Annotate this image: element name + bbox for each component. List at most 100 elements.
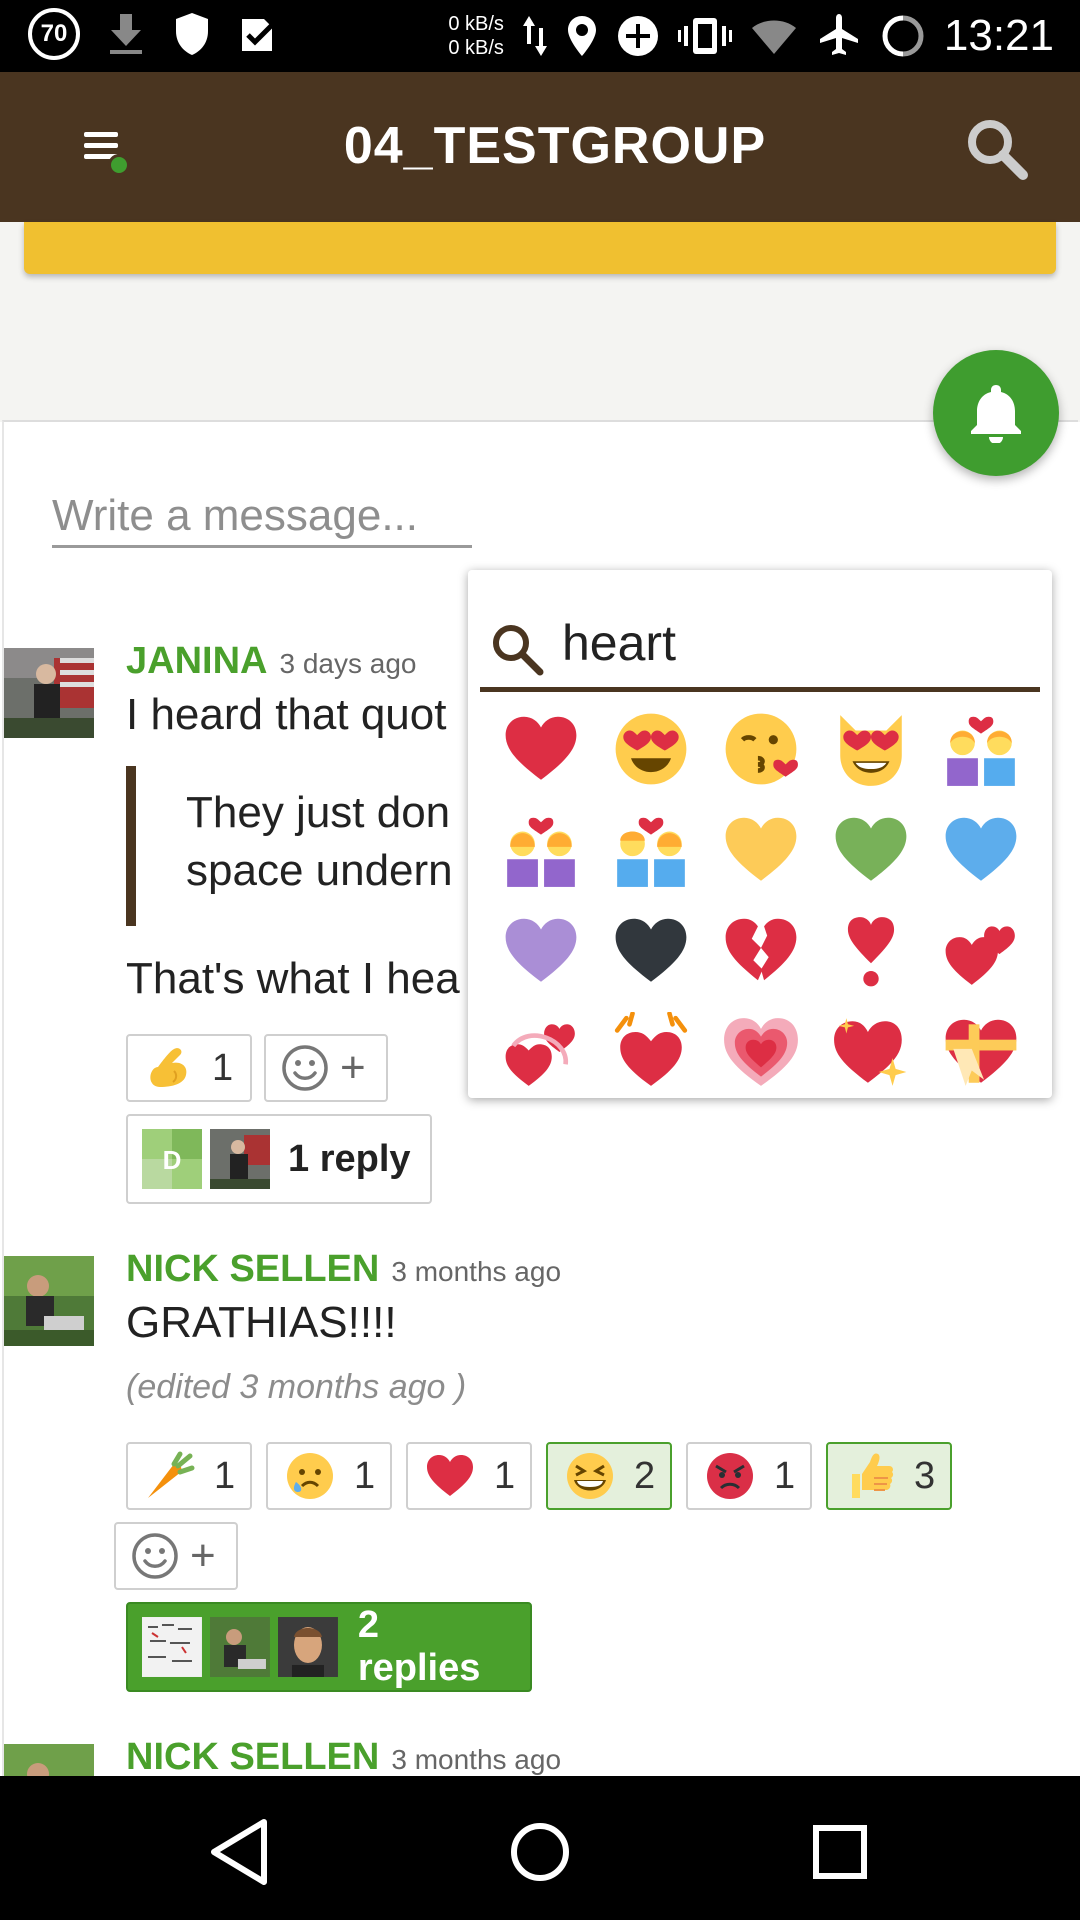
post-text: That's what I hea xyxy=(126,954,460,1003)
emoji-heart-with-ribbon[interactable] xyxy=(926,1001,1036,1102)
notifications-button[interactable] xyxy=(933,350,1059,476)
avatar xyxy=(210,1129,270,1189)
reaction-crying-face[interactable]: 1 xyxy=(266,1442,392,1510)
search-icon xyxy=(493,625,544,676)
home-icon[interactable] xyxy=(500,1812,580,1892)
emoji-two-hearts[interactable] xyxy=(926,900,1036,1001)
reaction-count: 1 xyxy=(774,1454,796,1497)
group-info-card[interactable] xyxy=(24,222,1056,274)
emoji-yellow-heart[interactable] xyxy=(706,799,816,900)
avatar xyxy=(142,1617,202,1677)
emoji-couple-with-heart-women[interactable] xyxy=(926,698,1036,799)
emoji-sparkling-heart[interactable] xyxy=(816,1001,926,1102)
avatar xyxy=(209,1617,270,1677)
emoji-results-grid xyxy=(486,698,1038,1102)
plus-icon: + xyxy=(190,1531,216,1580)
post-author[interactable]: NICK SELLEN 3 months ago xyxy=(126,1736,561,1776)
emoji-broken-heart[interactable] xyxy=(706,900,816,1001)
avatar[interactable] xyxy=(4,1744,94,1776)
emoji-search-input[interactable] xyxy=(562,610,1022,676)
post-author-name[interactable]: NICK SELLEN xyxy=(126,1248,379,1290)
data-saver-icon xyxy=(617,16,658,56)
plus-icon: + xyxy=(340,1043,366,1092)
reaction-red-heart[interactable]: 1 xyxy=(406,1442,532,1510)
message-input[interactable] xyxy=(52,486,472,548)
add-reaction-button[interactable]: + xyxy=(114,1522,238,1590)
vibrate-icon xyxy=(677,18,732,54)
replies-button[interactable]: 2 replies xyxy=(126,1602,532,1692)
post-author-name[interactable]: JANINA xyxy=(126,640,267,682)
emoji-heart-exclamation[interactable] xyxy=(816,900,926,1001)
emoji-red-heart[interactable] xyxy=(486,698,596,799)
emoji-growing-heart[interactable] xyxy=(706,1001,816,1102)
beating-heart-icon xyxy=(614,1011,688,1086)
back-icon[interactable] xyxy=(200,1812,280,1892)
emoji-couple-with-heart-man-woman[interactable] xyxy=(596,799,706,900)
heart-exclamation-icon xyxy=(847,916,895,986)
airplane-mode-icon xyxy=(819,14,858,55)
emoji-purple-heart[interactable] xyxy=(486,900,596,1001)
emoji-couple-with-heart-women-2[interactable] xyxy=(486,799,596,900)
network-speed: 0 kB/s 0 kB/s xyxy=(448,12,504,60)
data-transfer-icon xyxy=(522,16,547,56)
reaction-thumbs-up[interactable]: 3 xyxy=(826,1442,952,1510)
reaction-carrot[interactable]: 1 xyxy=(126,1442,252,1510)
kissing-face-with-heart-icon xyxy=(725,713,798,784)
add-reaction-button[interactable]: + xyxy=(264,1034,388,1102)
grinning-squinting-face-icon xyxy=(567,1453,613,1499)
emoji-heart-eyes-cat[interactable] xyxy=(816,698,926,799)
couple-with-heart-women-icon xyxy=(947,716,1015,786)
yellow-heart-icon xyxy=(725,817,797,881)
heart-eyes-cat-icon xyxy=(840,714,902,786)
emoji-green-heart[interactable] xyxy=(816,799,926,900)
reaction-count: 3 xyxy=(914,1454,936,1497)
post-author-name[interactable]: NICK SELLEN xyxy=(126,1736,379,1776)
post-author[interactable]: NICK SELLEN 3 months ago xyxy=(126,1248,561,1291)
couple-with-heart-icon xyxy=(617,817,685,887)
status-bar: 70 0 kB/s 0 kB/s 13:21 xyxy=(0,0,1080,72)
avatar-letter: D xyxy=(163,1145,182,1175)
reaction-flexed-biceps[interactable]: 1 xyxy=(126,1034,252,1102)
replies-label: 2 replies xyxy=(357,1604,481,1689)
blue-heart-icon xyxy=(945,817,1017,881)
emoji-blue-heart[interactable] xyxy=(926,799,1036,900)
heart-with-ribbon-icon xyxy=(945,1019,1017,1086)
page-title: 04_TESTGROUP xyxy=(343,117,767,175)
heart-eyes-face-icon xyxy=(615,713,687,784)
emoji-beating-heart[interactable] xyxy=(596,1001,706,1102)
system-navigation-bar xyxy=(0,1776,1080,1920)
emoji-black-heart[interactable] xyxy=(596,900,706,1001)
recent-apps-icon[interactable] xyxy=(800,1812,880,1892)
emoji-revolving-hearts[interactable] xyxy=(486,1001,596,1102)
reaction-count: 2 xyxy=(634,1454,656,1497)
two-hearts-icon xyxy=(945,925,1015,985)
green-heart-icon xyxy=(835,817,907,881)
post-author[interactable]: JANINA 3 days ago xyxy=(126,640,416,683)
crying-face-icon xyxy=(287,1453,333,1499)
search-icon xyxy=(968,120,1028,180)
post-quote: They just don space undern xyxy=(126,766,453,926)
edited-note: (edited 3 months ago ) xyxy=(126,1368,467,1406)
avatar[interactable] xyxy=(4,648,94,738)
replies-button[interactable]: D 1 reply xyxy=(126,1114,432,1204)
shield-icon xyxy=(176,13,208,55)
reaction-angry-face[interactable]: 1 xyxy=(686,1442,812,1510)
smiley-icon xyxy=(132,1533,178,1579)
location-icon xyxy=(567,16,596,56)
avatar xyxy=(277,1617,338,1677)
red-heart-icon xyxy=(505,716,577,780)
sparkling-heart-icon xyxy=(834,1017,907,1086)
smiley-icon xyxy=(282,1045,328,1091)
post-text: GRATHIAS!!!! xyxy=(126,1298,397,1347)
thumbs-up-icon xyxy=(852,1453,894,1498)
broken-heart-icon xyxy=(725,918,797,980)
avatar[interactable] xyxy=(4,1256,94,1346)
couple-with-heart-icon xyxy=(507,817,575,887)
reaction-count: 1 xyxy=(212,1046,234,1089)
flexed-biceps-icon xyxy=(150,1048,187,1087)
reaction-count: 1 xyxy=(354,1454,376,1497)
search-button[interactable] xyxy=(962,114,1032,184)
reaction-grinning-squinting-face[interactable]: 2 xyxy=(546,1442,672,1510)
emoji-heart-eyes-face[interactable] xyxy=(596,698,706,799)
emoji-kissing-face-with-heart[interactable] xyxy=(706,698,816,799)
